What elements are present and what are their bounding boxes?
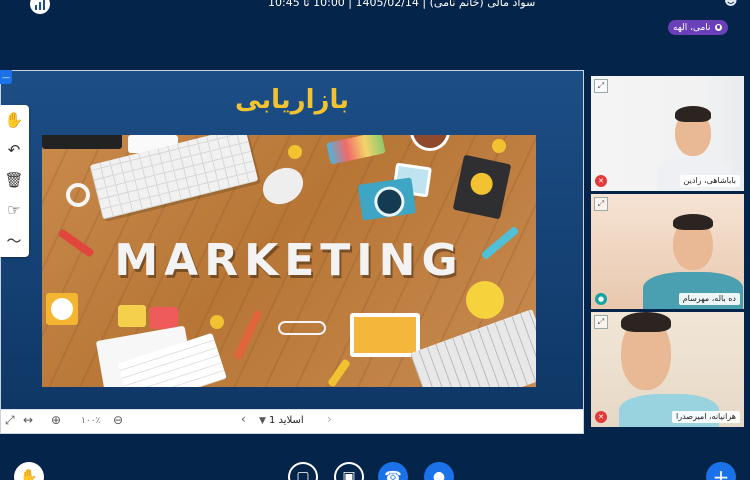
expand-icon[interactable]: ⤢ (594, 315, 608, 329)
microphone-icon (714, 24, 722, 31)
current-speaker-badge: نامی، الهه (668, 20, 728, 35)
expand-icon[interactable]: ⤢ (594, 79, 608, 93)
pencil-illustration (327, 358, 351, 387)
photo-illustration (350, 313, 420, 357)
cup-illustration (410, 135, 450, 151)
magnifier-illustration (66, 183, 90, 207)
expand-icon[interactable]: ⤢ (594, 197, 608, 211)
zoom-in-icon[interactable]: ⊕ (51, 413, 61, 427)
slide-navigation-bar: ⤢ ↔ ⊕ ۱۰۰٪ ⊖ ‹ ▼ اسلاید 1 › (1, 409, 583, 433)
lightbulb-illustration (466, 281, 504, 319)
collapse-toolbar-button[interactable]: — (0, 70, 12, 84)
current-speaker-name: نامی، الهه (673, 22, 711, 33)
participant-video-tile[interactable]: ⤢ ✕ باباشاهی، رادین (591, 76, 744, 191)
headset-icon: ● (595, 293, 607, 305)
participant-name: ده باله، مهرسام (678, 293, 740, 305)
microphone-icon[interactable]: ● (424, 462, 454, 480)
phone-icon[interactable]: ☎ (378, 462, 408, 480)
slide-image: MARKETING (42, 135, 536, 387)
participant-hair (621, 312, 671, 332)
slide-selector[interactable]: اسلاید 1 (269, 415, 304, 426)
top-bar: سواد مالی (خانم نامی) | 1405/02/14 | 10:… (0, 0, 750, 14)
fit-screen-icon[interactable]: ⤢ (5, 413, 15, 428)
slide: بازاریابی MARKETING (1, 71, 583, 409)
tablet-illustration (42, 135, 122, 149)
sticky-note-illustration (118, 305, 146, 327)
participant-video-tile[interactable]: ⤢ ✕ هرانیانه، امیرصدرا (591, 312, 744, 427)
pointer-hand-icon[interactable]: ☞ (3, 199, 25, 221)
presentation-icon[interactable]: ▣ (334, 462, 364, 480)
book-illustration (452, 154, 512, 220)
pin-illustration (492, 139, 506, 153)
app-logo-icon[interactable] (30, 0, 50, 14)
laptop-illustration (409, 308, 536, 387)
participant-name: هرانیانه، امیرصدرا (672, 411, 740, 423)
participant-hair (673, 214, 713, 230)
slide-title: بازاریابی (235, 85, 349, 115)
muted-microphone-icon: ✕ (595, 175, 607, 187)
zoom-out-icon[interactable]: ⊖ (113, 413, 123, 427)
participant-video-tile[interactable]: ⤢ ● ده باله، مهرسام (591, 194, 744, 309)
participant-name: باباشاهی، رادین (679, 175, 740, 187)
undo-icon[interactable]: ↶ (3, 139, 25, 161)
session-title: سواد مالی (خانم نامی) | 1405/02/14 | 10:… (268, 0, 536, 9)
pencil-illustration (233, 309, 263, 361)
chevron-down-icon[interactable]: ▼ (259, 416, 266, 426)
clock-illustration (46, 293, 78, 325)
previous-slide-icon[interactable]: › (327, 412, 332, 426)
raise-hand-icon[interactable]: ✋ (14, 462, 44, 480)
fit-width-icon[interactable]: ↔ (23, 413, 33, 427)
camera-illustration (357, 177, 417, 221)
zoom-level: ۱۰۰٪ (81, 416, 101, 426)
glasses-illustration (278, 321, 326, 335)
muted-microphone-icon: ✕ (595, 411, 607, 423)
next-slide-icon[interactable]: ‹ (241, 412, 246, 426)
share-screen-icon[interactable]: ▢ (288, 462, 318, 480)
hand-icon[interactable]: ✋ (3, 109, 25, 131)
palette-illustration (326, 135, 386, 165)
annotation-toolbar: ✋ ↶ 🗑 ☞ 〜 (0, 105, 29, 257)
participant-hair (675, 106, 711, 122)
mouse-illustration (256, 160, 310, 212)
pin-illustration (288, 145, 302, 159)
user-icon[interactable]: ☻ (724, 0, 738, 9)
presentation-panel: بازاریابی MARKETING ⤢ ↔ ⊕ ۱۰۰٪ ⊖ ‹ ▼ اسل… (0, 70, 584, 434)
chart-icon[interactable]: 〜 (3, 229, 25, 251)
pin-illustration (210, 315, 224, 329)
sticky-note-illustration (150, 307, 178, 329)
plus-icon[interactable]: + (706, 462, 736, 480)
slide-image-text: MARKETING (114, 235, 464, 286)
trash-icon[interactable]: 🗑 (3, 169, 25, 191)
